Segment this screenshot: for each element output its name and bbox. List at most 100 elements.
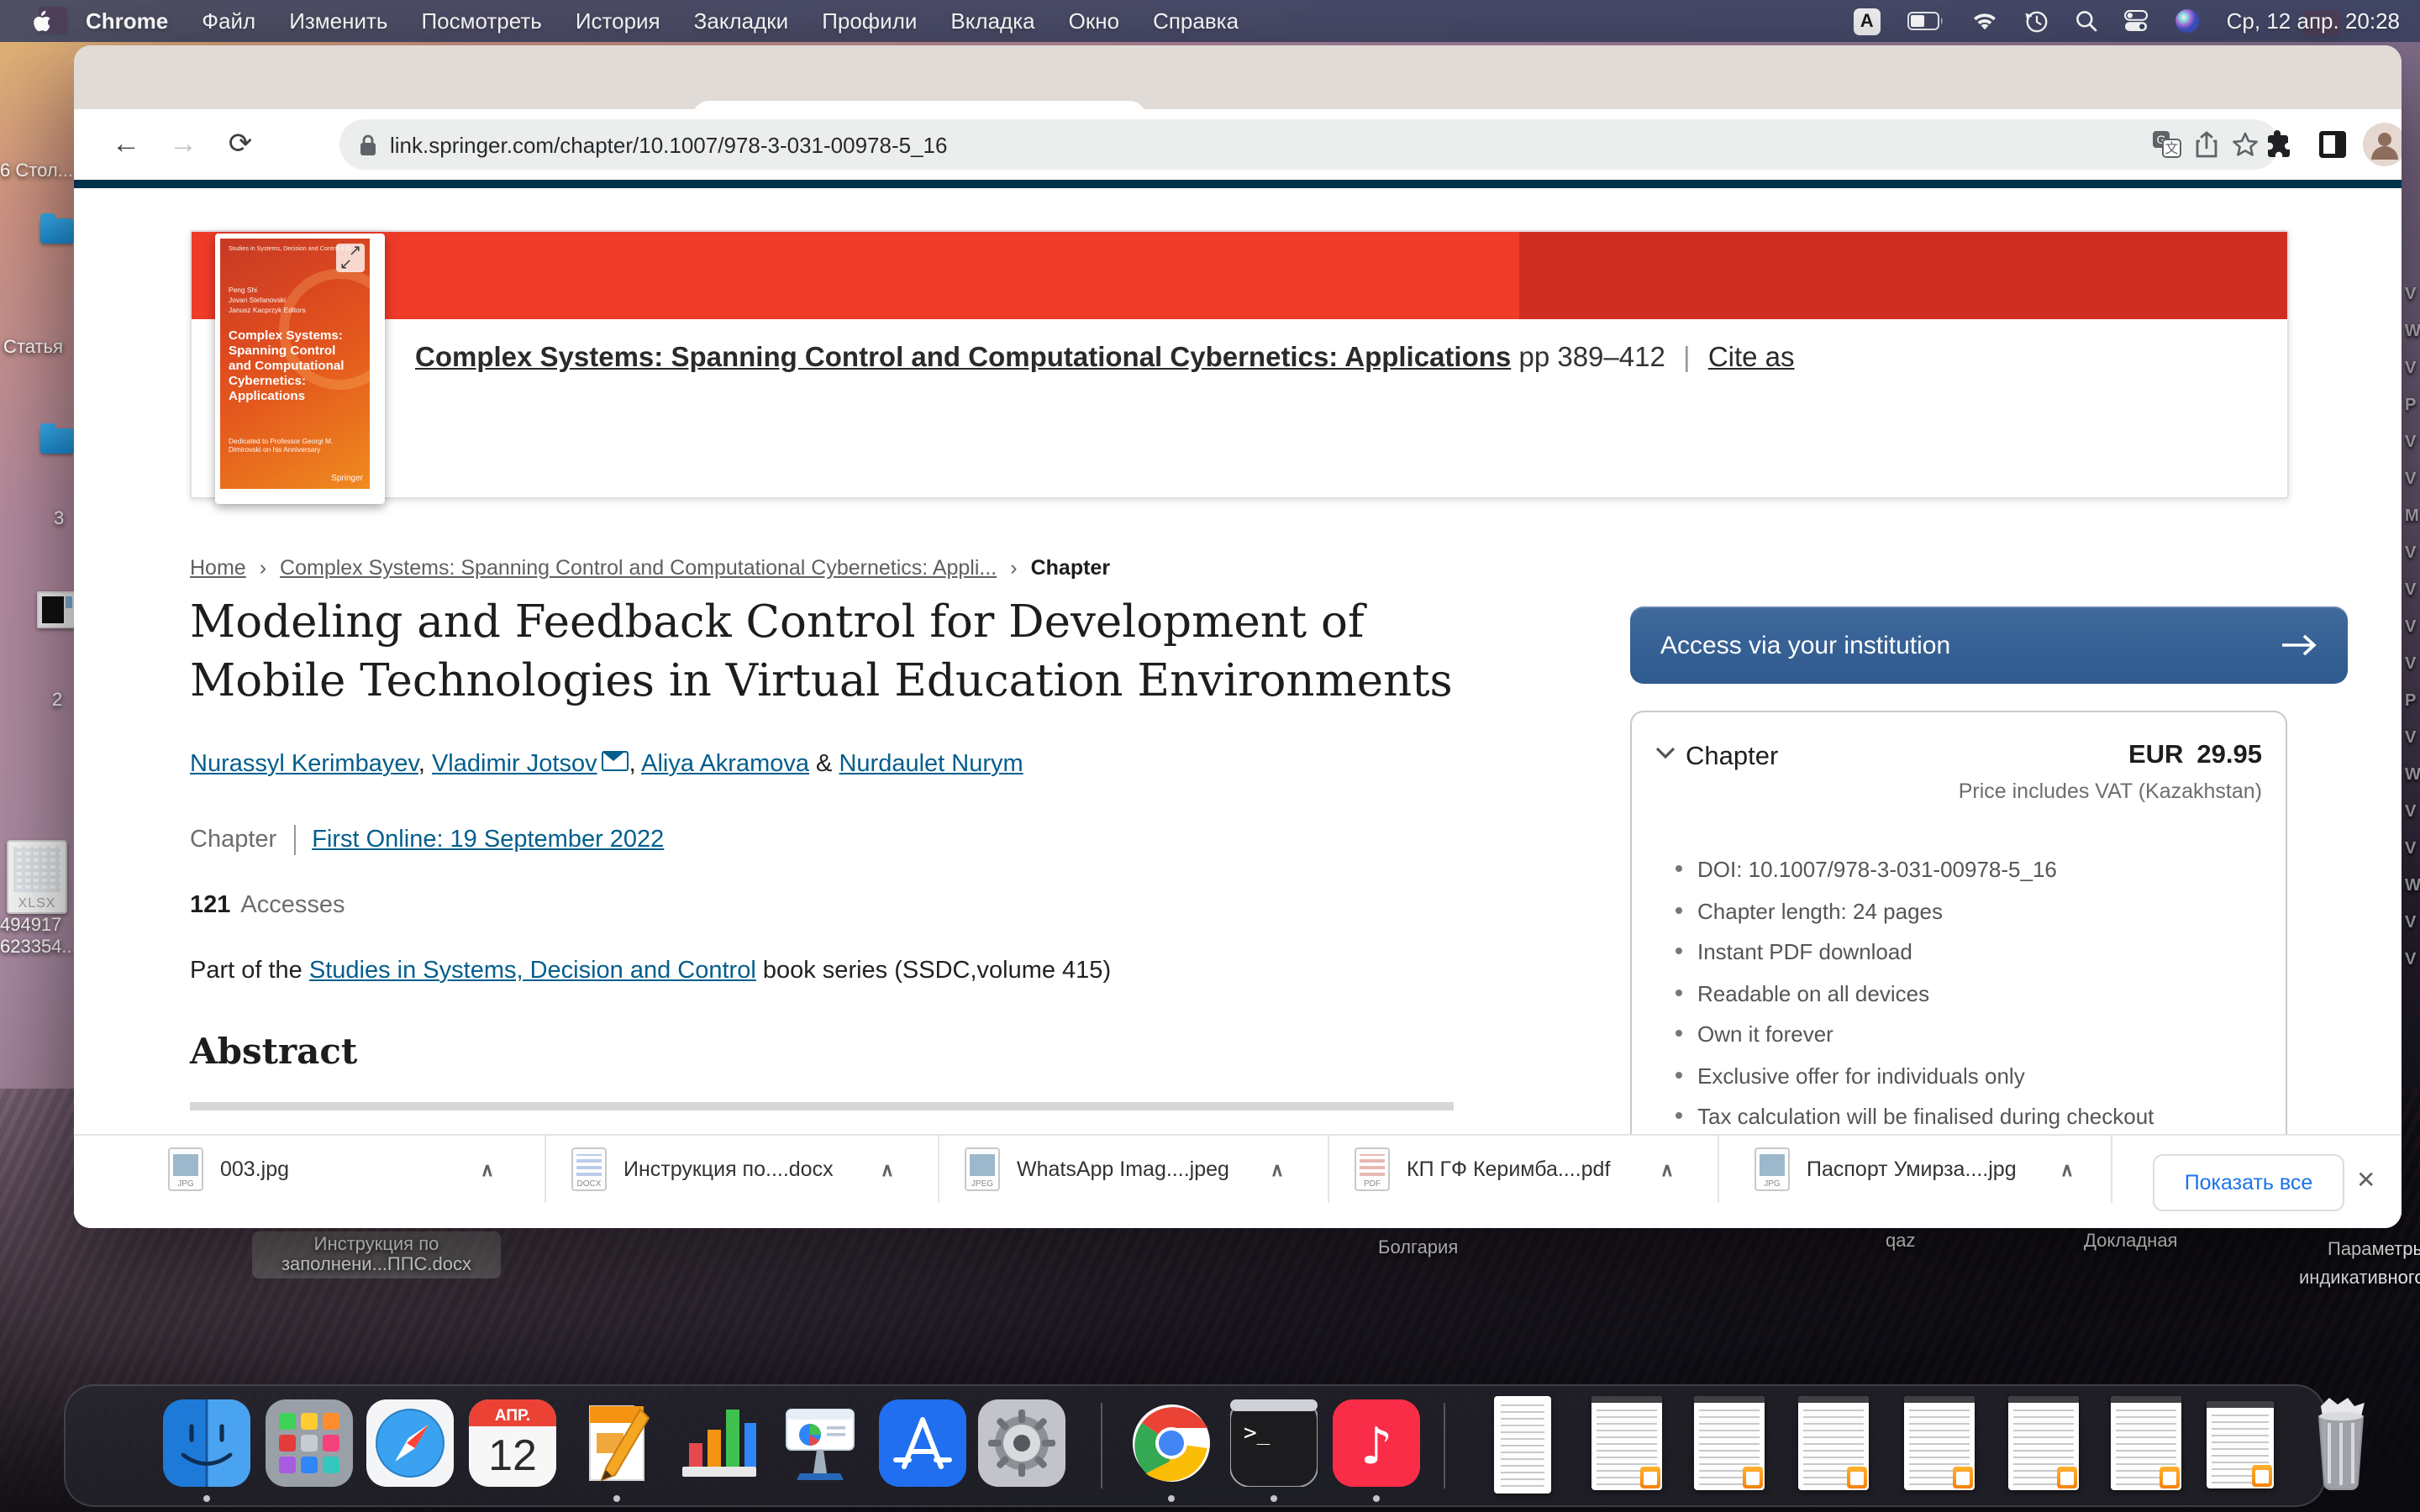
- download-menu-chevron[interactable]: ∧: [2060, 1158, 2074, 1180]
- desktop-label[interactable]: Статья: [3, 338, 63, 358]
- chrome-window: Книги ✕ ♘ Modeling and Feedback Contro ✕…: [74, 45, 2402, 1228]
- dock-minimized-document[interactable]: [2111, 1396, 2181, 1490]
- menu-item-window[interactable]: Окно: [1069, 8, 1119, 34]
- desktop-label[interactable]: индикативного п: [2299, 1268, 2420, 1289]
- desktop-label[interactable]: 2: [52, 690, 62, 711]
- dock-minimized-document[interactable]: [1798, 1396, 1869, 1490]
- menu-item-bookmarks[interactable]: Закладки: [694, 8, 789, 34]
- download-item[interactable]: PDF КП ГФ Керимба....pdf ∧: [1355, 1136, 1697, 1203]
- dock-music-icon[interactable]: ♪: [1333, 1399, 1420, 1487]
- download-item[interactable]: DOCX Инструкция по....docx ∧: [571, 1136, 918, 1203]
- purchase-chapter-label[interactable]: Chapter: [1686, 743, 1778, 773]
- download-item[interactable]: JPEG WhatsApp Imag....jpeg ∧: [965, 1136, 1307, 1203]
- download-menu-chevron[interactable]: ∧: [481, 1158, 494, 1180]
- dock-numbers-icon[interactable]: [676, 1399, 763, 1487]
- xlsx-file-icon[interactable]: XLSX: [7, 840, 67, 914]
- address-bar[interactable]: link.springer.com/chapter/10.1007/978-3-…: [339, 119, 2279, 170]
- author-link[interactable]: Nurassyl Kerimbayev: [190, 751, 418, 778]
- menu-item-app[interactable]: Chrome: [86, 8, 168, 34]
- first-online-link[interactable]: First Online: 19 September 2022: [312, 827, 664, 853]
- dock-safari-icon[interactable]: [366, 1399, 454, 1487]
- dock-launchpad-icon[interactable]: [266, 1399, 353, 1487]
- dock-terminal-icon[interactable]: >_: [1230, 1399, 1318, 1487]
- download-menu-chevron[interactable]: ∧: [1660, 1158, 1674, 1180]
- apple-logo-icon[interactable]: [30, 9, 52, 33]
- email-icon[interactable]: [602, 751, 629, 771]
- dock-chrome-icon[interactable]: [1128, 1399, 1215, 1487]
- desktop-label[interactable]: 494917: [0, 916, 61, 936]
- dock-minimized-document[interactable]: [1591, 1396, 1662, 1490]
- download-item[interactable]: JPG 003.jpg ∧: [168, 1136, 524, 1203]
- book-title-link[interactable]: Complex Systems: Spanning Control and Co…: [415, 343, 1511, 373]
- chapter-meta-row: Chapter First Online: 19 September 2022: [190, 825, 664, 855]
- menu-item-profiles[interactable]: Профили: [822, 8, 917, 34]
- folder-icon[interactable]: [40, 218, 74, 244]
- springer-header-band: [74, 180, 2402, 188]
- profile-avatar[interactable]: [2363, 123, 2402, 166]
- menu-item-history[interactable]: История: [576, 8, 660, 34]
- banner-red-band-dark: [1519, 232, 2287, 319]
- reload-button[interactable]: ⟳: [212, 128, 269, 161]
- dock-appstore-icon[interactable]: [879, 1399, 966, 1487]
- spotlight-search-icon[interactable]: [2075, 10, 2097, 32]
- menu-bar-clock[interactable]: Ср, 12 апр. 20:28: [2227, 8, 2400, 34]
- image-file-icon[interactable]: [37, 591, 77, 628]
- side-panel-icon[interactable]: [2307, 119, 2358, 170]
- right-desktop-strip: VW VP VV MV VV VP VW VV WV V: [2405, 286, 2420, 969]
- desktop-selected-file-label[interactable]: Инструкция по заполнени...ППС.docx: [252, 1231, 501, 1278]
- expand-cover-icon[interactable]: ↗↙: [336, 244, 365, 272]
- menu-item-help[interactable]: Справка: [1153, 8, 1239, 34]
- breadcrumb-book[interactable]: Complex Systems: Spanning Control and Co…: [280, 556, 997, 580]
- dock-minimized-document[interactable]: [1694, 1396, 1765, 1490]
- menu-item-tab[interactable]: Вкладка: [950, 8, 1034, 34]
- dock-pages-icon[interactable]: [573, 1399, 660, 1487]
- book-cover-thumbnail[interactable]: Studies in Systems, Decision and Control…: [215, 234, 385, 504]
- desktop-label[interactable]: 623354...: [0, 937, 77, 958]
- dock-minimized-document[interactable]: [1904, 1396, 1975, 1490]
- desktop-label[interactable]: 6 Стол...: [0, 161, 73, 181]
- dock-minimized-document[interactable]: [1494, 1396, 1551, 1494]
- chevron-down-icon[interactable]: [1655, 746, 1676, 759]
- desktop-label[interactable]: 3: [54, 509, 64, 529]
- show-all-downloads-button[interactable]: Показать все: [2153, 1154, 2344, 1211]
- dock-calendar-icon[interactable]: АПР.12: [469, 1399, 556, 1487]
- author-link[interactable]: Nurdaulet Nurym: [839, 751, 1023, 778]
- dock-keynote-icon[interactable]: [776, 1399, 864, 1487]
- time-machine-icon[interactable]: [2025, 9, 2049, 33]
- dock-minimized-document[interactable]: [2008, 1396, 2079, 1490]
- folder-icon[interactable]: [40, 428, 74, 454]
- download-menu-chevron[interactable]: ∧: [881, 1158, 894, 1180]
- desktop-label[interactable]: Болгария: [1378, 1238, 1458, 1258]
- wifi-icon[interactable]: [1971, 11, 1998, 31]
- author-link[interactable]: Aliya Akramova: [641, 751, 809, 778]
- download-menu-chevron[interactable]: ∧: [1270, 1158, 1284, 1180]
- input-source-badge[interactable]: A: [1854, 8, 1881, 34]
- siri-icon[interactable]: [2175, 8, 2200, 34]
- desktop-label[interactable]: qaz: [1886, 1231, 1916, 1252]
- translate-icon[interactable]: G文: [2153, 131, 2181, 158]
- menu-item-edit[interactable]: Изменить: [289, 8, 387, 34]
- access-institution-button[interactable]: Access via your institution: [1630, 606, 2348, 684]
- menu-item-file[interactable]: Файл: [202, 8, 255, 34]
- breadcrumb-home[interactable]: Home: [190, 556, 246, 580]
- desktop-label[interactable]: Параметры: [2328, 1240, 2420, 1260]
- menu-item-view[interactable]: Посмотреть: [421, 8, 541, 34]
- share-icon[interactable]: [2195, 131, 2218, 158]
- running-indicator: [1373, 1495, 1380, 1502]
- close-downloads-bar-icon[interactable]: ✕: [2356, 1166, 2375, 1194]
- extensions-puzzle-icon[interactable]: [2254, 119, 2304, 170]
- battery-icon[interactable]: [1907, 12, 1944, 30]
- author-link[interactable]: Vladimir Jotsov: [432, 751, 597, 778]
- control-center-icon[interactable]: [2124, 10, 2148, 32]
- series-link[interactable]: Studies in Systems, Decision and Control: [309, 958, 756, 984]
- forward-button[interactable]: →: [155, 128, 212, 161]
- back-button[interactable]: ←: [97, 128, 155, 161]
- dock-settings-icon[interactable]: [978, 1399, 1065, 1487]
- cite-as-link[interactable]: Cite as: [1708, 343, 1795, 373]
- dock-minimized-document[interactable]: [2207, 1401, 2274, 1488]
- desktop-screen: 6 Стол... Статья 3 2 XLSX 494917 623354.…: [0, 0, 2420, 1512]
- download-item[interactable]: JPG Паспорт Умирза....jpg ∧: [1754, 1136, 2091, 1203]
- dock-trash-icon[interactable]: [2297, 1396, 2385, 1483]
- desktop-label[interactable]: Докладная: [2084, 1231, 2177, 1252]
- dock-finder-icon[interactable]: [163, 1399, 250, 1487]
